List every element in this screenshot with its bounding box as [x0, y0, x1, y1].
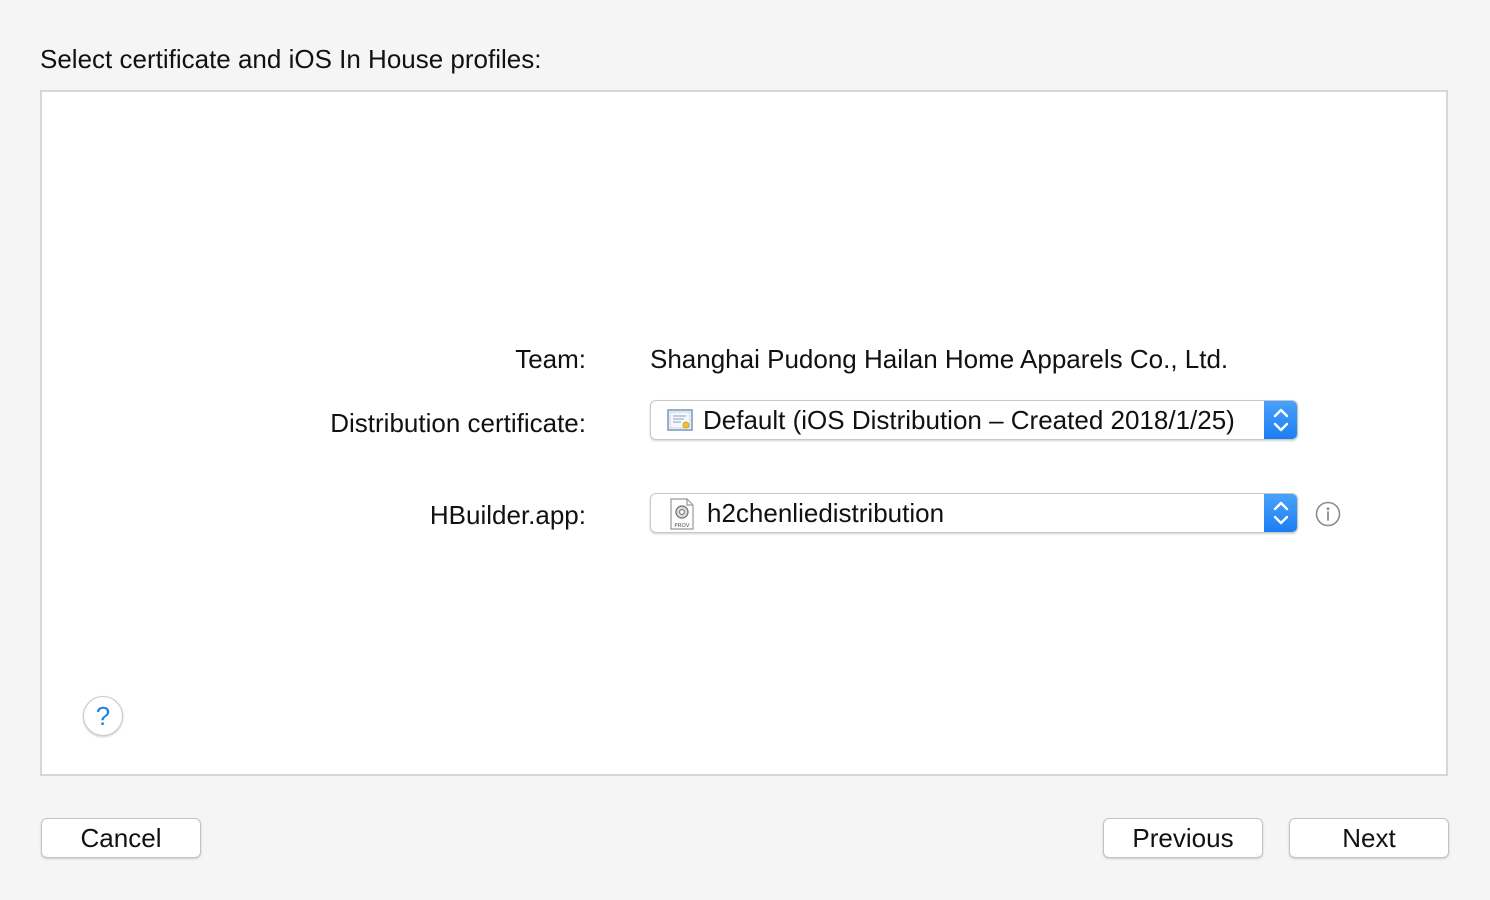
- chevron-up-down-icon: [1264, 401, 1297, 439]
- certificate-value: Default (iOS Distribution – Created 2018…: [703, 405, 1235, 435]
- provisioning-profile-icon: PROV: [669, 498, 695, 530]
- info-icon[interactable]: [1315, 501, 1341, 527]
- help-button[interactable]: ?: [83, 696, 123, 736]
- profile-label: HBuilder.app:: [429, 500, 586, 530]
- team-value: Shanghai Pudong Hailan Home Apparels Co.…: [650, 344, 1229, 374]
- certificate-popup[interactable]: Default (iOS Distribution – Created 2018…: [650, 400, 1298, 440]
- certificate-label: Distribution certificate:: [330, 408, 586, 438]
- options-panel: Team: Shanghai Pudong Hailan Home Appare…: [40, 90, 1448, 776]
- export-dialog: Select certificate and iOS In House prof…: [0, 0, 1490, 900]
- profile-icon-caption: PROV: [674, 523, 689, 529]
- cancel-button[interactable]: Cancel: [41, 818, 201, 858]
- previous-button[interactable]: Previous: [1103, 818, 1263, 858]
- certificate-icon: [667, 409, 693, 431]
- page-title: Select certificate and iOS In House prof…: [40, 44, 542, 74]
- profile-popup[interactable]: PROV h2chenliedistribution: [650, 493, 1298, 533]
- profile-value: h2chenliedistribution: [707, 498, 945, 528]
- chevron-up-down-icon: [1264, 494, 1297, 532]
- next-button[interactable]: Next: [1289, 818, 1449, 858]
- team-label: Team:: [515, 344, 586, 374]
